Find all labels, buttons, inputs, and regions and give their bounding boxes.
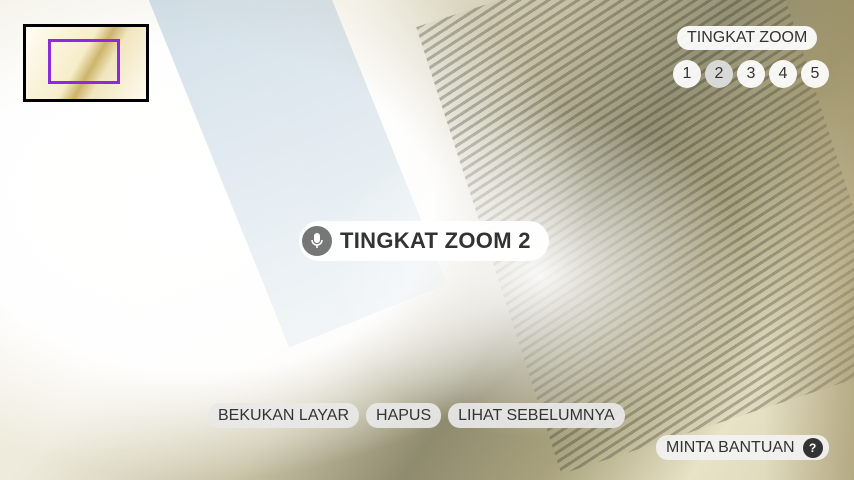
freeze-screen-button[interactable]: BEKUKAN LAYAR [208, 403, 360, 428]
feed-glare [330, 110, 750, 440]
question-icon: ? [802, 437, 823, 458]
zoom-level-3-button[interactable]: 3 [737, 60, 765, 88]
zoom-level-5-button[interactable]: 5 [801, 60, 829, 88]
view-previous-button[interactable]: LIHAT SEBELUMNYA [448, 403, 625, 428]
zoom-level-4-button[interactable]: 4 [769, 60, 797, 88]
zoom-level-selector: 1 2 3 4 5 [673, 60, 829, 88]
zoom-level-1-button[interactable]: 1 [673, 60, 701, 88]
zoom-level-title: TINGKAT ZOOM [677, 26, 818, 50]
status-text: TINGKAT ZOOM 2 [340, 228, 531, 253]
microphone-icon [302, 226, 332, 256]
action-bar: BEKUKAN LAYAR HAPUS LIHAT SEBELUMNYA [208, 403, 625, 428]
delete-button[interactable]: HAPUS [366, 403, 442, 428]
zoom-level-2-button[interactable]: 2 [705, 60, 733, 88]
get-help-label: MINTA BANTUAN [666, 438, 795, 456]
get-help-button[interactable]: MINTA BANTUAN ? [656, 435, 829, 460]
voice-status-pill: TINGKAT ZOOM 2 [299, 221, 549, 261]
minimap-viewport-frame[interactable] [48, 39, 120, 84]
minimap[interactable] [23, 24, 149, 102]
